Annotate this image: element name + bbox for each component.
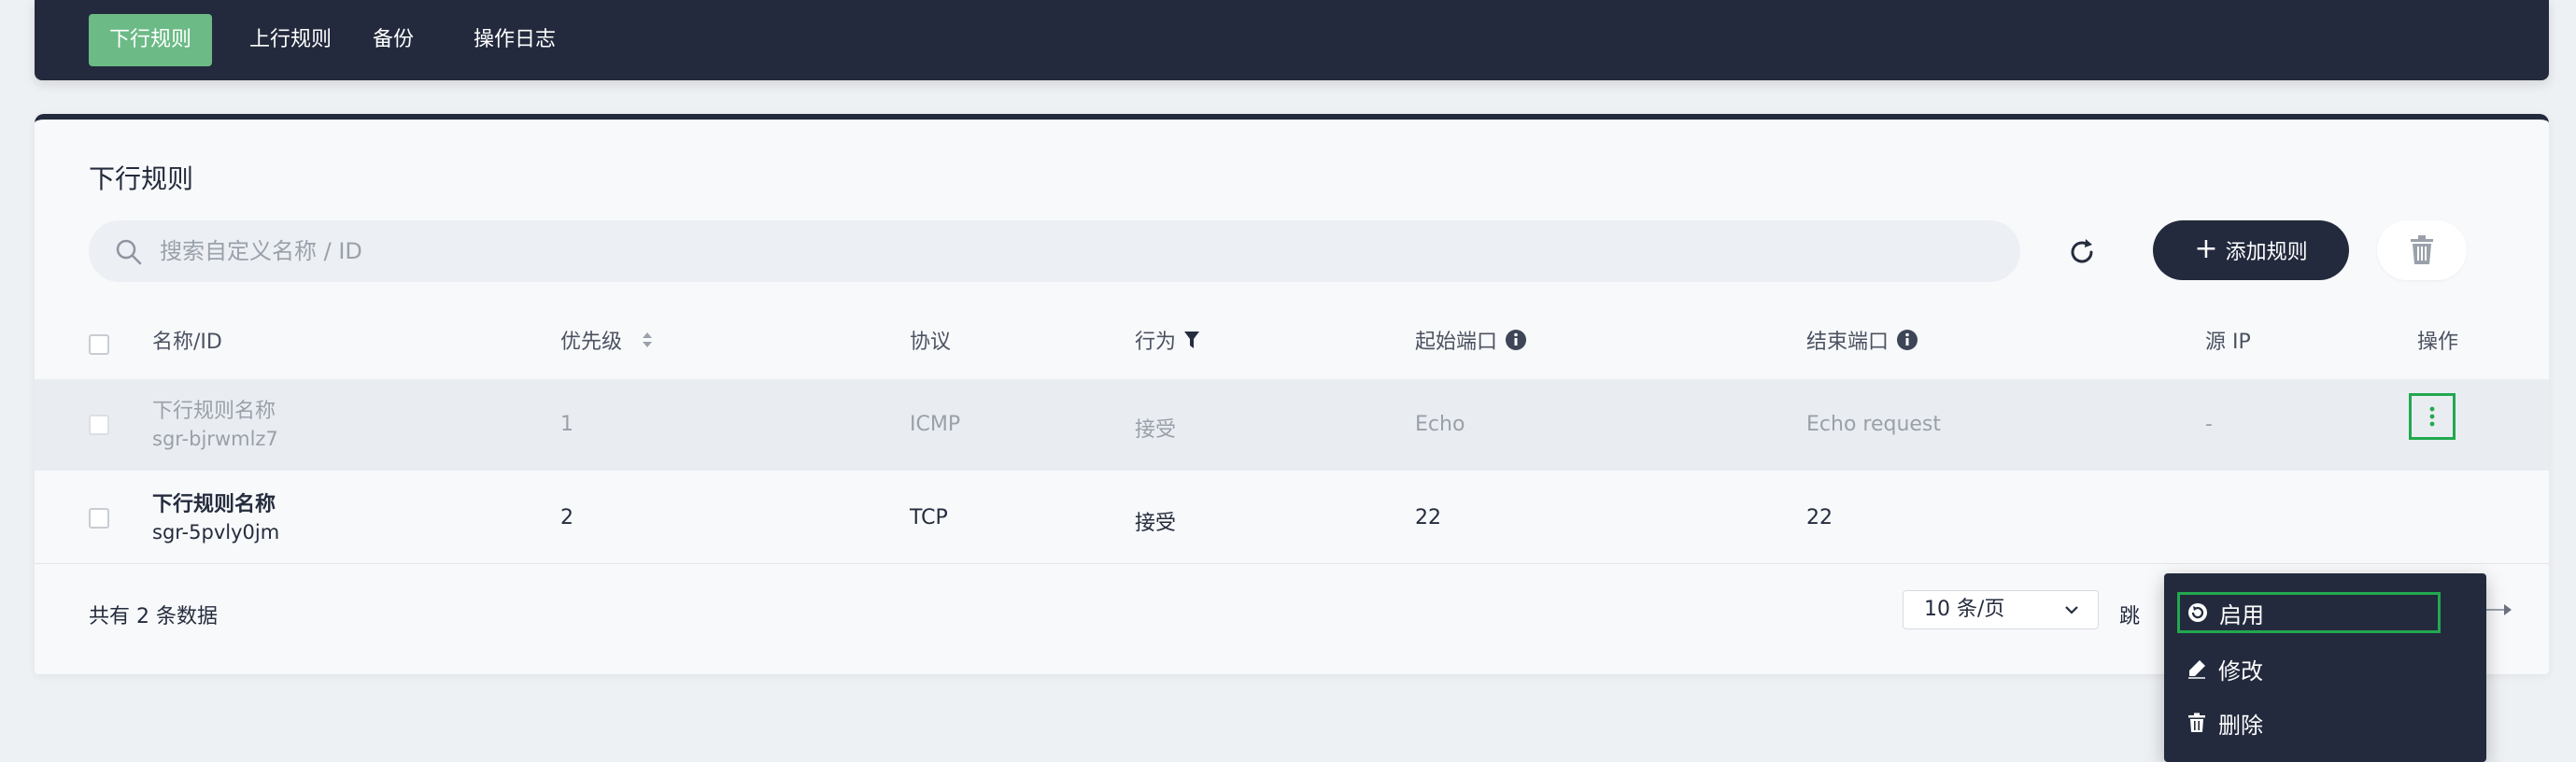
tab-backup[interactable]: 备份 [352, 14, 434, 66]
column-header-end-port-label: 结束端口 [1806, 331, 1890, 354]
table-row: 下行规则名称 sgr-bjrwmlz7 1 ICMP 接受 Echo Echo … [35, 379, 2549, 471]
rule-end-port: 22 [1806, 506, 1833, 529]
column-header-start-port: 起始端口 [1415, 325, 1527, 355]
row-checkbox[interactable] [89, 508, 109, 529]
page-title: 下行规则 [89, 163, 194, 194]
rule-action: 接受 [1135, 512, 1177, 535]
top-nav-bar: 下行规则 上行规则 备份 操作日志 [35, 0, 2549, 80]
chevron-down-icon [2065, 606, 2078, 614]
rule-end-port: Echo request [1806, 413, 1942, 436]
info-icon[interactable] [1505, 329, 1527, 351]
info-icon[interactable] [1896, 329, 1918, 351]
column-header-source-ip-label: 源 IP [2205, 331, 2251, 354]
search-input[interactable] [160, 220, 1934, 282]
tab-uplink-rules[interactable]: 上行规则 [229, 14, 352, 66]
arrow-right-icon[interactable] [2485, 599, 2512, 621]
add-rule-button[interactable]: + 添加规则 [2153, 220, 2349, 280]
column-header-end-port: 结束端口 [1806, 325, 1918, 355]
filter-icon[interactable] [1183, 330, 1200, 350]
rule-name: 下行规则名称 [152, 493, 276, 516]
rule-start-port: Echo [1415, 413, 1465, 436]
page-size-value: 10 条/页 [1924, 598, 2005, 621]
menu-item-delete-label: 删除 [2218, 712, 2263, 739]
row-actions-menu: 启用 修改 删除 [2164, 573, 2486, 762]
edit-icon [2188, 660, 2205, 679]
menu-item-enable[interactable]: 启用 [2177, 592, 2441, 633]
trash-icon [2411, 235, 2433, 264]
menu-item-delete[interactable]: 删除 [2177, 702, 2457, 743]
jump-label: 跳 [2119, 605, 2141, 628]
plus-icon: + [2194, 232, 2218, 265]
row-checkbox[interactable] [89, 415, 109, 435]
rule-source-ip: - [2205, 413, 2213, 436]
menu-item-edit-label: 修改 [2218, 657, 2263, 684]
tab-operation-log[interactable]: 操作日志 [453, 14, 576, 66]
rule-name: 下行规则名称 [152, 400, 276, 423]
more-vertical-icon [2429, 406, 2435, 427]
column-header-priority-label: 优先级 [560, 331, 623, 354]
column-header-action[interactable]: 行为 [1135, 325, 1200, 355]
rule-priority: 2 [560, 506, 573, 529]
column-header-priority[interactable]: 优先级 [560, 325, 654, 355]
column-header-operations: 操作 [2417, 325, 2458, 355]
column-header-protocol-label: 协议 [910, 331, 952, 354]
column-header-start-port-label: 起始端口 [1415, 331, 1498, 354]
delete-icon [2188, 713, 2205, 732]
rules-panel: 下行规则 + 添加规则 名称/ID 优先级 [35, 114, 2549, 762]
column-header-name: 名称/ID [152, 325, 222, 355]
column-header-protocol: 协议 [910, 325, 951, 355]
column-header-operations-label: 操作 [2417, 331, 2459, 354]
tab-downlink-rules[interactable]: 下行规则 [89, 14, 213, 66]
page-size-select[interactable]: 10 条/页 [1903, 590, 2099, 629]
add-rule-label: 添加规则 [2225, 241, 2308, 264]
menu-item-enable-label: 启用 [2219, 601, 2264, 628]
rule-protocol: TCP [910, 506, 948, 529]
column-header-action-label: 行为 [1135, 331, 1177, 354]
menu-item-edit[interactable]: 修改 [2177, 648, 2457, 689]
search-box[interactable] [89, 220, 2020, 282]
search-icon [116, 239, 142, 265]
column-header-source-ip: 源 IP [2205, 325, 2251, 355]
rule-id: sgr-5pvly0jm [152, 521, 280, 543]
rule-priority: 1 [560, 413, 573, 436]
sort-icon[interactable] [641, 331, 654, 349]
total-count: 共有 2 条数据 [89, 605, 218, 628]
select-all-checkbox[interactable] [89, 334, 109, 355]
rule-start-port: 22 [1415, 506, 1441, 529]
more-actions-button[interactable] [2409, 393, 2456, 440]
table-row: 下行规则名称 sgr-5pvly0jm 2 TCP 接受 22 22 [35, 473, 2549, 564]
enable-icon [2188, 603, 2207, 622]
column-header-name-label: 名称/ID [152, 331, 222, 354]
rule-action: 接受 [1135, 418, 1177, 442]
batch-delete-button[interactable] [2377, 220, 2467, 280]
rule-id: sgr-bjrwmlz7 [152, 428, 278, 450]
refresh-icon[interactable] [2063, 233, 2101, 271]
rule-protocol: ICMP [910, 413, 961, 436]
